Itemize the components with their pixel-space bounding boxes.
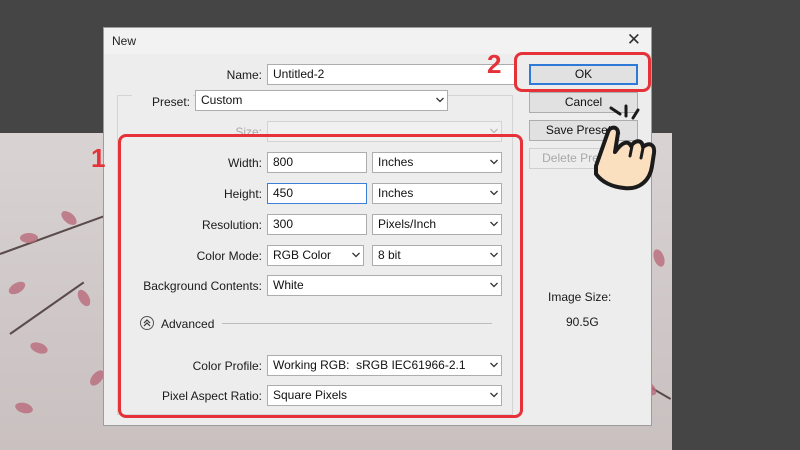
branch <box>0 215 104 255</box>
image-size-value: 90.5G <box>566 315 599 329</box>
name-field[interactable]: Untitled-2 <box>267 64 517 85</box>
ok-highlight-box <box>514 52 651 92</box>
blossom <box>14 400 34 416</box>
close-icon[interactable]: ✕ <box>627 31 641 49</box>
dialog-titlebar: New ✕ <box>104 28 651 54</box>
blossom <box>75 287 93 309</box>
preset-value: Custom <box>201 93 243 107</box>
dialog-title: New <box>112 34 137 48</box>
step-2-label: 2 <box>487 49 502 79</box>
settings-highlight-box <box>118 134 523 418</box>
preset-label: Preset: <box>132 95 193 109</box>
blossom <box>28 340 50 356</box>
blossom <box>651 247 667 269</box>
name-label: Name: <box>226 68 262 82</box>
chevron-down-icon <box>436 97 444 104</box>
pointing-hand-icon <box>578 104 678 194</box>
preset-dropdown[interactable]: Custom <box>195 90 448 111</box>
blossom <box>6 279 28 297</box>
blossom <box>20 233 38 243</box>
step-1-label: 1 <box>91 143 106 173</box>
image-size-label: Image Size: <box>548 290 612 304</box>
